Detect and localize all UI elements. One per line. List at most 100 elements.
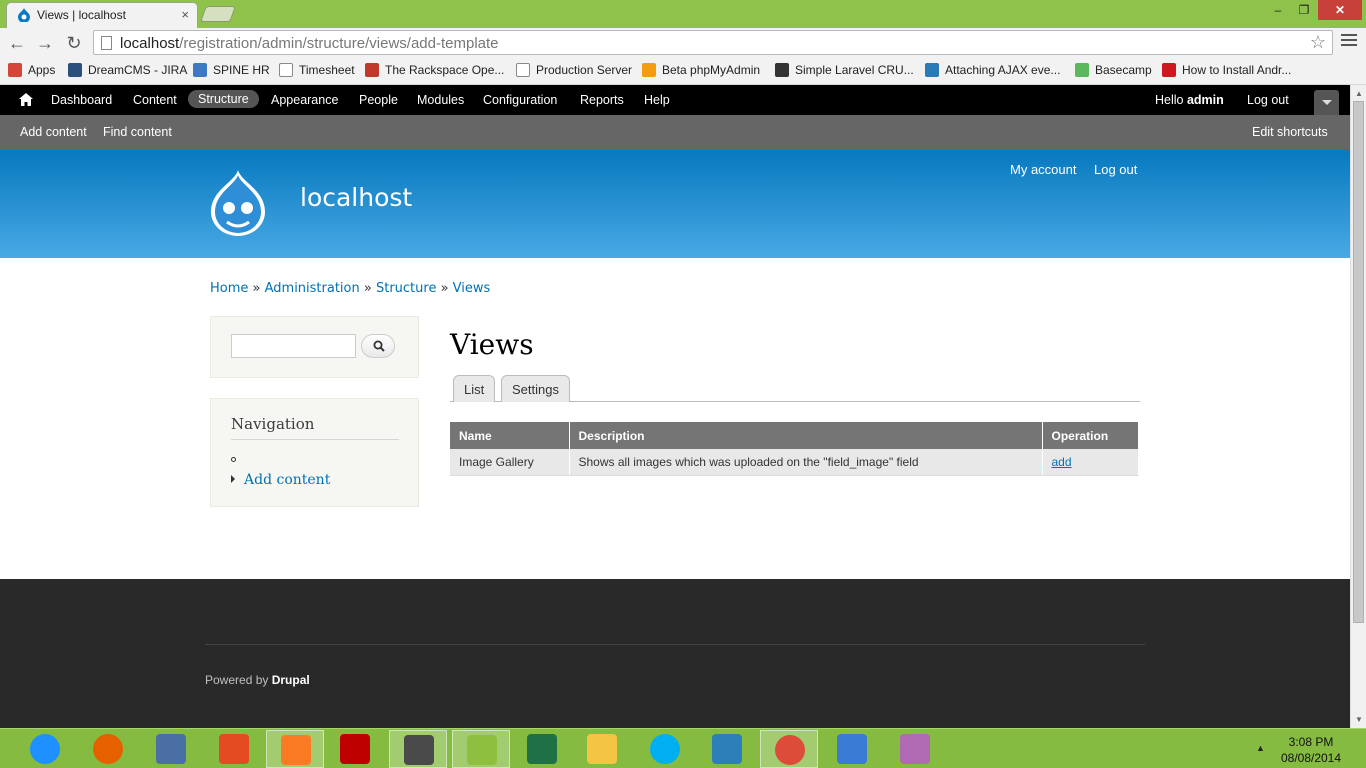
toolbar-structure[interactable]: Structure [188,90,259,108]
taskbar-app-network[interactable] [142,730,200,768]
toolbar-logout[interactable]: Log out [1247,93,1289,107]
cell-description: Shows all images which was uploaded on t… [569,449,1043,476]
page-icon [279,63,293,77]
bookmark-beta-phpmyadmin[interactable]: Beta phpMyAdmin [642,63,760,77]
bookmark-apps[interactable]: Apps [8,63,55,77]
browser-tab-active[interactable]: Views | localhost × [6,2,198,28]
bookmark-timesheet[interactable]: Timesheet [279,63,355,77]
taskbar-app-chrome[interactable] [760,730,818,768]
admin-toolbar: Dashboard Content Structure Appearance P… [0,85,1350,115]
firefox-icon [93,734,123,764]
taskbar-app-excel[interactable] [513,730,571,768]
chrome-icon [775,735,805,765]
toolbar-modules[interactable]: Modules [417,93,464,107]
taskbar-app-firefox[interactable] [79,730,137,768]
toolbar-content[interactable]: Content [133,93,177,107]
bookmark-label: Apps [28,63,56,77]
site-header: localhost My account Log out [0,150,1350,258]
taskbar-app-notepad-plus[interactable] [452,730,510,768]
breadcrumb-structure[interactable]: Structure [376,281,436,296]
shortcut-add-content[interactable]: Add content [20,125,87,139]
shortcut-find-content[interactable]: Find content [103,125,172,139]
scrollbar-thumb[interactable] [1353,101,1364,623]
tab-settings[interactable]: Settings [501,375,570,402]
taskbar-app-settings[interactable] [698,730,756,768]
column-header-name: Name [450,422,570,449]
home-icon[interactable] [19,93,33,106]
taskbar-app-internet-explorer[interactable] [16,730,74,768]
add-template-link[interactable]: add [1052,455,1072,469]
shortcuts-bar: Add content Find content Edit shortcuts [0,115,1350,150]
bookmark-label: How to Install Andr... [1182,63,1292,77]
nav-add-content-label: Add content [244,472,331,488]
toolbar-help[interactable]: Help [644,93,670,107]
site-name[interactable]: localhost [300,183,412,212]
page-icon [101,36,112,50]
search-input[interactable] [231,334,356,358]
bookmark-star-icon[interactable]: ☆ [1310,32,1326,53]
bookmark-label: Attaching AJAX eve... [945,63,1061,77]
toolbar-appearance[interactable]: Appearance [271,93,338,107]
tab-list[interactable]: List [453,375,496,402]
window-close-button[interactable]: ✕ [1318,0,1362,20]
taskbar-app-paint[interactable] [886,730,944,768]
excel-icon [527,734,557,764]
scroll-up-icon[interactable]: ▲ [1355,89,1363,98]
window-minimize-button[interactable]: – [1266,0,1290,20]
breadcrumb-administration[interactable]: Administration [265,281,360,296]
toolbar-configuration[interactable]: Configuration [483,93,557,107]
reload-icon[interactable]: ↻ [63,32,85,54]
system-clock[interactable]: 3:08 PM 08/08/2014 [1280,734,1342,766]
chrome-menu-icon[interactable] [1341,34,1357,49]
bookmark-label: DreamCMS - JIRA [88,63,188,77]
taskbar-app-skype[interactable] [636,730,694,768]
back-arrow-icon[interactable]: ← [6,32,28,54]
bookmark-basecamp[interactable]: Basecamp [1075,63,1152,77]
drupal-link[interactable]: Drupal [272,673,310,687]
settings-icon [712,734,742,764]
bookmark-install-android[interactable]: How to Install Andr... [1162,63,1291,77]
shortcuts-toggle-button[interactable] [1314,90,1339,115]
scroll-down-icon[interactable]: ▼ [1355,715,1363,724]
forward-arrow-icon[interactable]: → [34,32,56,54]
table-row: Image Gallery Shows all images which was… [450,449,1139,476]
toolbar-people[interactable]: People [359,93,398,107]
search-button[interactable] [361,334,395,358]
edit-shortcuts-link[interactable]: Edit shortcuts [1252,125,1328,139]
site-footer: Powered by Drupal [0,579,1350,728]
toolbar-reports[interactable]: Reports [580,93,624,107]
bookmark-ajax-events[interactable]: Attaching AJAX eve... [925,63,1060,77]
bookmark-laravel-crud[interactable]: Simple Laravel CRU... [775,63,914,77]
taskbar-app-sublime-text[interactable] [389,730,447,768]
taskbar-app-remote-desktop[interactable] [823,730,881,768]
taskbar-app-file-explorer[interactable] [573,730,631,768]
bookmark-label: Basecamp [1095,63,1152,77]
tab-close-icon[interactable]: × [181,7,189,22]
username[interactable]: admin [1187,93,1224,107]
header-logout-link[interactable]: Log out [1094,162,1137,177]
bookmark-spine-hr[interactable]: SPINE HR [193,63,270,77]
bookmark-dreamcms-jira[interactable]: DreamCMS - JIRA [68,63,187,77]
taskbar-app-git[interactable] [205,730,263,768]
page-title: Views [450,328,534,361]
address-bar[interactable]: localhost/registration/admin/structure/v… [93,30,1333,55]
drupal-logo-icon[interactable] [207,168,269,238]
nav-add-content-link[interactable]: Add content [231,472,330,488]
page-scrollbar[interactable]: ▲ ▼ [1350,85,1366,728]
window-maximize-button[interactable]: ❐ [1292,0,1316,20]
bookmark-production-server[interactable]: Production Server [516,63,632,77]
page-icon [516,63,530,77]
url-host: localhost [120,35,180,52]
xampp-icon [281,735,311,765]
breadcrumb-home[interactable]: Home [210,281,248,296]
breadcrumb-views[interactable]: Views [453,281,491,296]
taskbar-app-xampp[interactable] [266,730,324,768]
my-account-link[interactable]: My account [1010,162,1076,177]
tray-expand-icon[interactable]: ▲ [1256,743,1265,753]
network-icon [156,734,186,764]
bookmark-rackspace[interactable]: The Rackspace Ope... [365,63,504,77]
new-tab-button[interactable] [200,6,236,22]
phpmyadmin-icon [642,63,656,77]
taskbar-app-filezilla[interactable] [326,730,384,768]
toolbar-dashboard[interactable]: Dashboard [51,93,112,107]
